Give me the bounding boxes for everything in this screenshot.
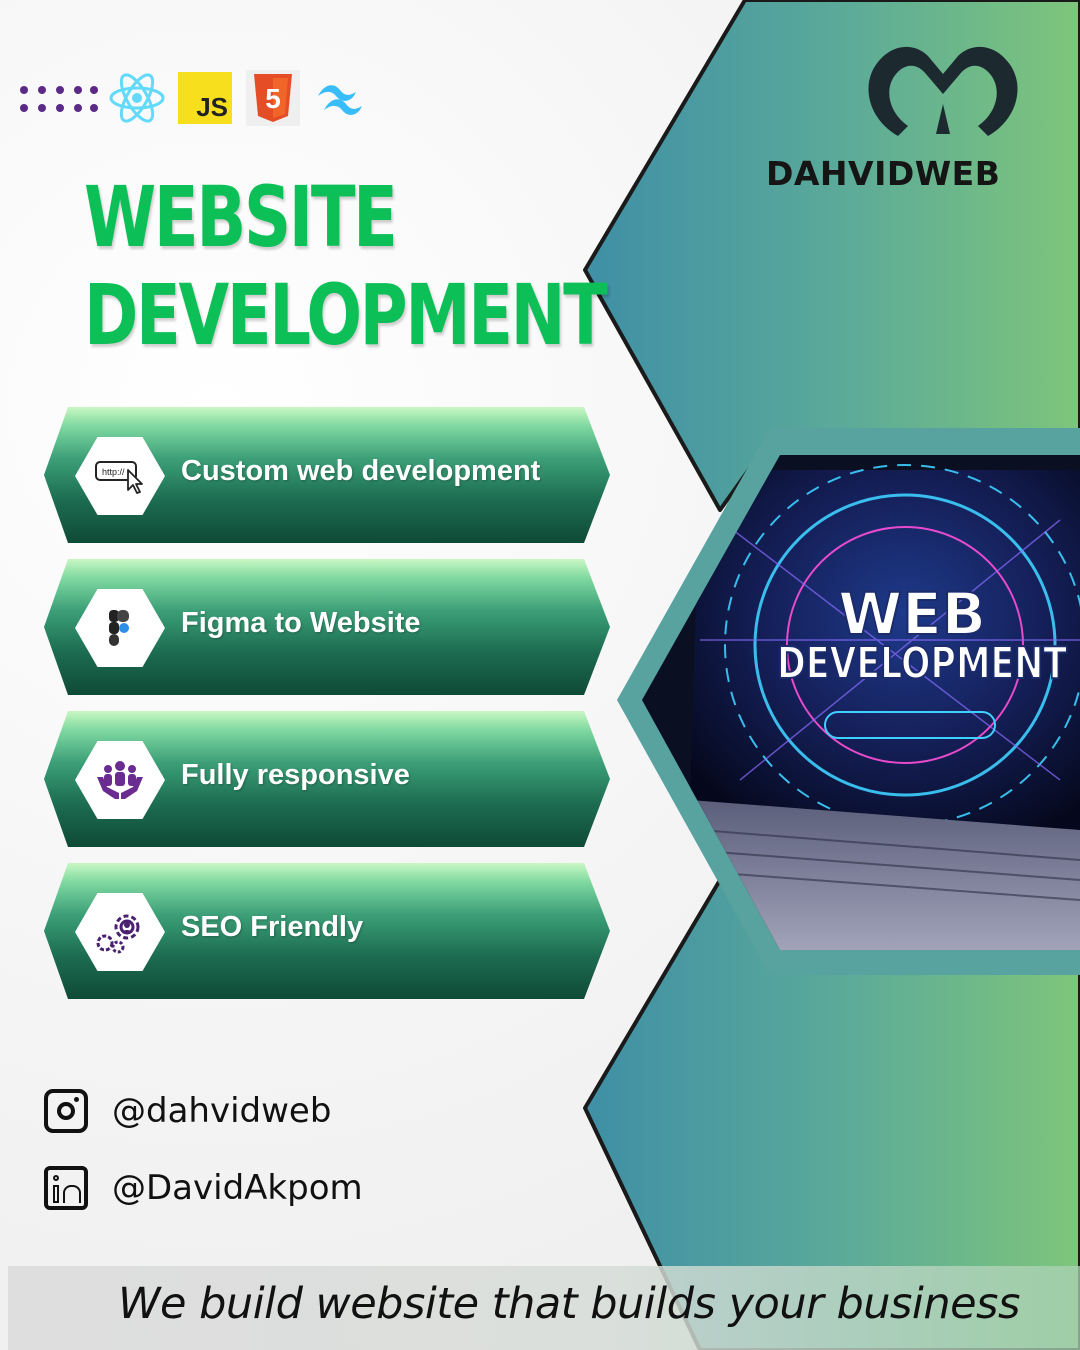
figma-icon: [75, 589, 165, 667]
feature-label: Fully responsive: [181, 759, 410, 791]
feature-label: SEO Friendly: [181, 911, 364, 943]
feature-custom-web-development: http:// Custom web development: [44, 407, 610, 543]
team-hands-icon: [75, 741, 165, 819]
dahvidweb-logo-icon: [868, 46, 1018, 136]
html5-icon: 5: [246, 70, 300, 126]
tagline: We build website that builds your busine…: [118, 1279, 1020, 1329]
feature-fully-responsive: Fully responsive: [44, 711, 610, 847]
react-icon: [109, 73, 165, 123]
javascript-icon: JS: [178, 72, 232, 124]
linkedin-handle[interactable]: @DavidAkpom: [112, 1168, 363, 1208]
javascript-label: JS: [196, 92, 228, 122]
instagram-icon: [44, 1089, 88, 1133]
linkedin-row[interactable]: @DavidAkpom: [44, 1166, 363, 1210]
title-line-1: WEBSITE: [84, 168, 398, 266]
url-text: http://: [102, 467, 125, 477]
instagram-handle[interactable]: @dahvidweb: [112, 1091, 331, 1131]
feature-label: Figma to Website: [181, 607, 421, 639]
gears-user-icon: [75, 893, 165, 971]
title-line-2: DEVELOPMENT: [84, 266, 608, 364]
dot-grid-icon: [20, 86, 100, 116]
brand-name: DAHVIDWEB: [766, 154, 1001, 193]
page-title: WEBSITE DEVELOPMENT: [84, 168, 608, 364]
html5-label: 5: [265, 83, 281, 114]
feature-figma-to-website: Figma to Website: [44, 559, 610, 695]
feature-seo-friendly: SEO Friendly: [44, 863, 610, 999]
browser-url-cursor-icon: http://: [75, 437, 165, 515]
linkedin-icon: [44, 1166, 88, 1210]
feature-label: Custom web development: [181, 455, 541, 487]
tailwind-icon: [318, 85, 362, 115]
instagram-row[interactable]: @dahvidweb: [44, 1089, 331, 1133]
